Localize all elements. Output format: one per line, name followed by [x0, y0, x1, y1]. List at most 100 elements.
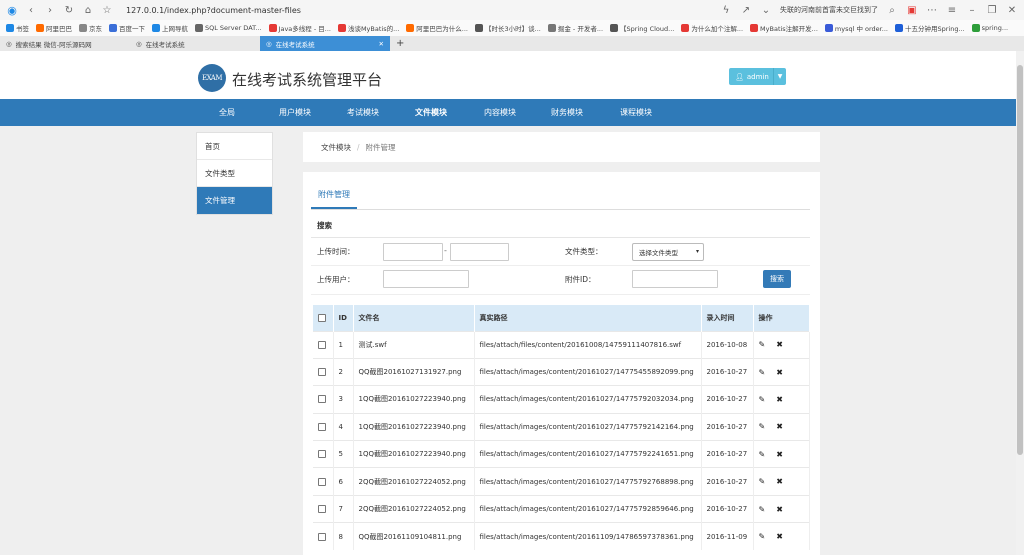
upload-time-end-input[interactable]: [450, 243, 509, 261]
back-icon[interactable]: ‹: [25, 4, 37, 16]
menu-icon[interactable]: ⋯: [926, 4, 938, 16]
window-menu-icon[interactable]: ≡: [946, 4, 958, 16]
row-id: 3: [333, 385, 354, 414]
home-icon[interactable]: ⌂: [82, 4, 94, 16]
search-button[interactable]: 搜索: [763, 270, 791, 288]
bookmark-item[interactable]: 书签: [6, 23, 29, 33]
delete-icon[interactable]: ✖: [776, 422, 783, 431]
lightning-icon[interactable]: ϟ: [720, 4, 732, 16]
forward-icon[interactable]: ›: [44, 4, 56, 16]
delete-icon[interactable]: ✖: [776, 395, 783, 404]
delete-icon[interactable]: ✖: [776, 368, 783, 377]
row-checkbox[interactable]: [318, 340, 326, 349]
bookmark-item[interactable]: 浅谈MyBatis的...: [337, 23, 399, 33]
edit-icon[interactable]: ✎: [759, 505, 766, 514]
bookmark-item[interactable]: MyBatis注解开发...: [750, 23, 818, 33]
select-all-checkbox[interactable]: [318, 313, 326, 322]
bookmark-favicon-icon: [406, 24, 415, 32]
edit-icon[interactable]: ✎: [759, 340, 766, 349]
header-date: 录入时间: [701, 305, 754, 331]
edit-icon[interactable]: ✎: [759, 422, 766, 431]
nav-item[interactable]: 考试模块: [347, 99, 379, 126]
row-actions: ✎ ✖: [753, 412, 810, 441]
row-checkbox[interactable]: [318, 368, 326, 377]
bookmark-item[interactable]: mysql 中 order...: [824, 23, 888, 33]
tab-attachment-management[interactable]: 附件管理: [311, 182, 357, 209]
new-tab-button[interactable]: +: [390, 38, 410, 49]
browser-tab[interactable]: ◎ 搜索结果 微信-阿乐源码网: [0, 36, 130, 51]
bookmark-item[interactable]: SQL Server DAT...: [195, 24, 262, 32]
bookmark-item[interactable]: 【Spring Cloud...: [610, 23, 674, 33]
upload-time-start-input[interactable]: [383, 243, 443, 261]
edit-icon[interactable]: ✎: [759, 368, 766, 377]
header-select-all[interactable]: [313, 305, 334, 331]
edit-icon[interactable]: ✎: [759, 395, 766, 404]
bookmark-item[interactable]: 阿里巴巴: [36, 23, 72, 33]
sidebar-item[interactable]: 文件类型: [197, 160, 272, 187]
row-checkbox[interactable]: [318, 532, 326, 541]
sidebar-item[interactable]: 文件管理: [197, 187, 272, 214]
edit-icon[interactable]: ✎: [759, 477, 766, 486]
attachment-id-input[interactable]: [632, 270, 718, 288]
delete-icon[interactable]: ✖: [776, 505, 783, 514]
restore-icon[interactable]: ❐: [986, 4, 998, 16]
row-checkbox[interactable]: [318, 505, 326, 514]
edit-icon[interactable]: ✎: [759, 532, 766, 541]
user-menu-button[interactable]: 👤︎ admin ▼: [729, 68, 786, 85]
bookmark-item[interactable]: 阿里巴巴为什么...: [406, 23, 468, 33]
row-actions: ✎ ✖: [753, 522, 810, 551]
delete-icon[interactable]: ✖: [776, 450, 783, 459]
caret-down-icon[interactable]: ▼: [773, 68, 786, 85]
bookmark-item[interactable]: 上网导航: [152, 23, 188, 33]
browser-tab[interactable]: ◎ 在线考试系统: [130, 36, 260, 51]
browser-chrome: ◉ ‹ › ↻ ⌂ ☆ 127.0.0.1/index.php?document…: [0, 0, 1024, 51]
file-type-select[interactable]: 选择文件类型 ▾: [632, 243, 704, 261]
scrollbar-thumb[interactable]: [1017, 65, 1023, 455]
bookmark-item[interactable]: 掘金 - 开发者...: [547, 23, 603, 33]
bookmark-item[interactable]: 百度一下: [109, 23, 145, 33]
bookmark-item[interactable]: 十五分钟用Spring...: [894, 23, 965, 33]
bookmark-item[interactable]: spring...: [971, 24, 1008, 32]
nav-item[interactable]: 内容模块: [484, 99, 516, 126]
nav-item[interactable]: 全局: [219, 99, 235, 126]
bookmark-item[interactable]: 【时长3小时】谈...: [475, 23, 541, 33]
address-bar[interactable]: 127.0.0.1/index.php?document-master-file…: [126, 6, 556, 15]
row-checkbox[interactable]: [318, 450, 326, 459]
bookmark-item[interactable]: 京东: [79, 23, 102, 33]
tab-close-icon[interactable]: ✕: [379, 40, 384, 48]
delete-icon[interactable]: ✖: [776, 340, 783, 349]
minimize-icon[interactable]: –: [966, 4, 978, 16]
nav-item[interactable]: 财务模块: [551, 99, 583, 126]
extension-icon[interactable]: ▣: [906, 4, 918, 16]
news-ticker[interactable]: 失联的河南前首富未交巨找到了: [780, 5, 878, 15]
exam-logo: EXAM: [198, 64, 226, 92]
bookmark-item[interactable]: 为什么加个注解...: [681, 23, 743, 33]
header-filename: 文件名: [353, 305, 475, 331]
row-actions: ✎ ✖: [753, 385, 810, 414]
reload-icon[interactable]: ↻: [63, 4, 75, 16]
row-date: 2016-10-27: [701, 467, 754, 496]
delete-icon[interactable]: ✖: [776, 532, 783, 541]
table-row: 6 2QQ截图20161027224052.png files/attach/ima…: [313, 467, 810, 496]
bookmark-favicon-icon: [268, 24, 277, 32]
page-scrollbar[interactable]: [1016, 51, 1024, 555]
delete-icon[interactable]: ✖: [776, 477, 783, 486]
row-checkbox[interactable]: [318, 422, 326, 431]
row-checkbox[interactable]: [318, 477, 326, 486]
bookmark-item[interactable]: Java多线程 - 目...: [268, 23, 331, 33]
upload-user-input[interactable]: [383, 270, 469, 288]
breadcrumb-parent[interactable]: 文件模块: [321, 142, 351, 153]
share-icon[interactable]: ↗: [740, 4, 752, 16]
nav-item[interactable]: 课程模块: [620, 99, 652, 126]
chevron-down-icon[interactable]: ⌄: [760, 4, 772, 16]
close-icon[interactable]: ✕: [1006, 4, 1018, 16]
search-icon[interactable]: ⌕: [886, 4, 898, 16]
browser-tab[interactable]: ◎ 在线考试系统 ✕: [260, 36, 390, 51]
nav-item[interactable]: 用户模块: [279, 99, 311, 126]
nav-item[interactable]: 文件模块: [415, 99, 447, 126]
edit-icon[interactable]: ✎: [759, 450, 766, 459]
row-checkbox[interactable]: [318, 395, 326, 404]
row-id: 6: [333, 467, 354, 496]
bookmark-star-icon[interactable]: ☆: [101, 4, 113, 16]
sidebar-item[interactable]: 首页: [197, 133, 272, 160]
